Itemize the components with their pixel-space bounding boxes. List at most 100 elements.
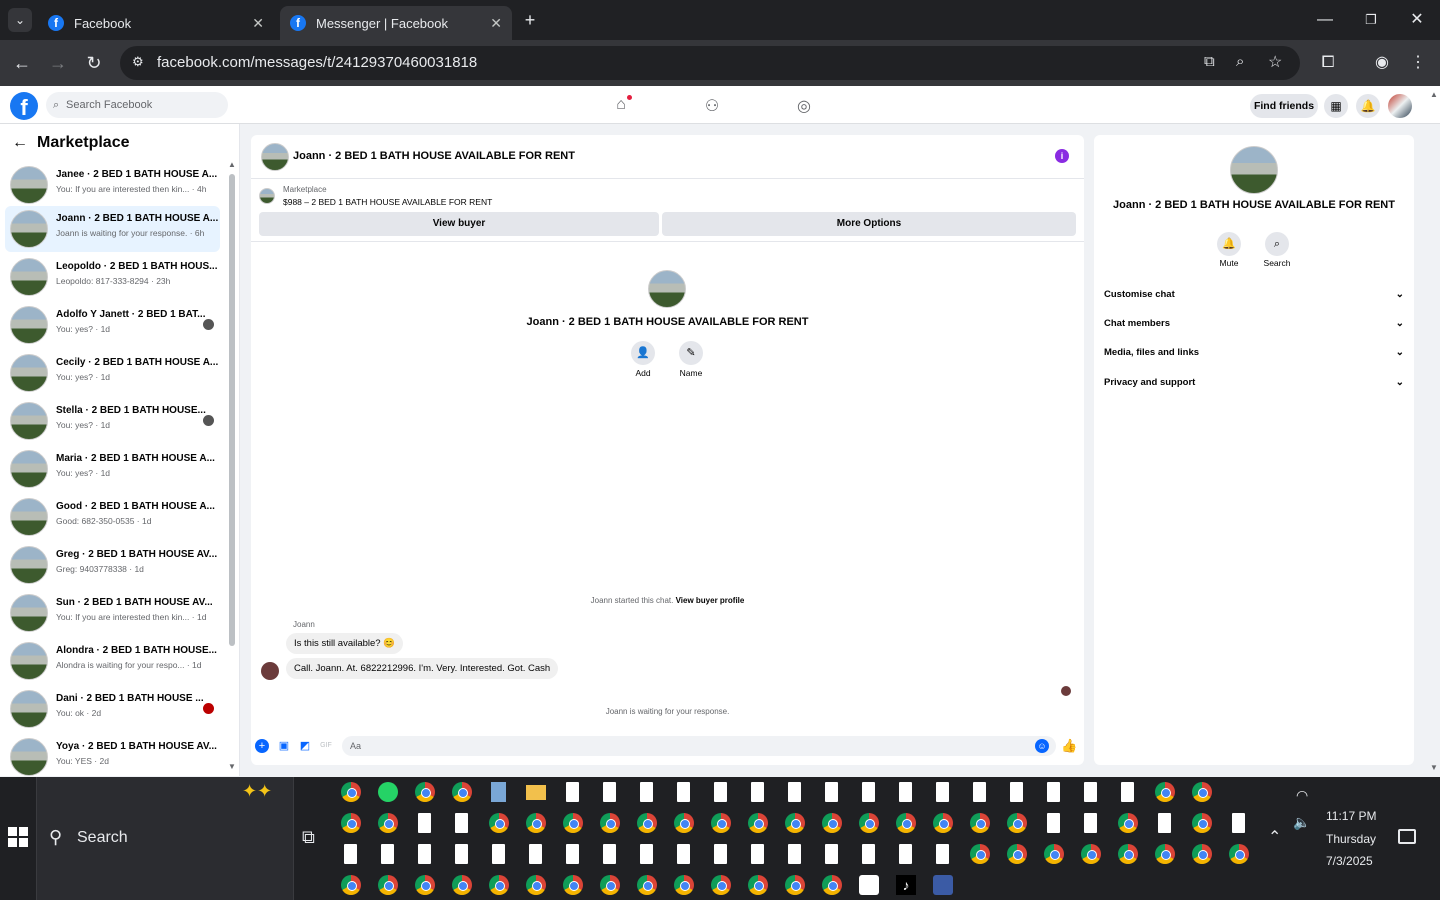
close-tab-icon[interactable]: ✕ [490, 15, 502, 32]
file-icon[interactable] [418, 844, 431, 864]
chrome-icon[interactable] [1192, 813, 1212, 833]
file-icon[interactable] [1232, 813, 1245, 833]
view-buyer-profile-link[interactable]: View buyer profile [676, 596, 745, 605]
chrome-icon[interactable] [489, 875, 509, 895]
tab-facebook[interactable]: f Facebook ✕ [38, 6, 274, 40]
chrome-icon[interactable] [637, 813, 657, 833]
conversation-item[interactable]: Alondra · 2 BED 1 BATH HOUSE... Alondra … [5, 638, 220, 684]
photo-icon[interactable]: ▣ [277, 739, 291, 753]
conversation-item-selected[interactable]: Joann · 2 BED 1 BATH HOUSE A... Joann is… [5, 206, 220, 252]
message-input[interactable]: Aa [342, 736, 1056, 756]
file-icon[interactable] [418, 813, 431, 833]
file-icon[interactable] [492, 844, 505, 864]
file-icon[interactable] [1047, 813, 1060, 833]
file-icon[interactable] [714, 782, 727, 802]
conversation-item[interactable]: Good · 2 BED 1 BATH HOUSE A... Good: 682… [5, 494, 220, 540]
file-icon[interactable] [899, 844, 912, 864]
add-person-icon[interactable]: 👤 [631, 341, 655, 365]
back-icon[interactable]: ← [10, 51, 34, 75]
chat-title[interactable]: Joann · 2 BED 1 BATH HOUSE AVAILABLE FOR… [293, 150, 575, 162]
close-tab-icon[interactable]: ✕ [252, 15, 264, 32]
chrome-icon[interactable] [378, 875, 398, 895]
chrome-icon[interactable] [341, 813, 361, 833]
back-arrow-icon[interactable]: ← [12, 134, 28, 152]
conversation-item[interactable]: Greg · 2 BED 1 BATH HOUSE AV... Greg: 94… [5, 542, 220, 588]
clock-date[interactable]: 7/3/2025 [1326, 854, 1373, 868]
profile-icon[interactable]: ◉ [1370, 51, 1394, 75]
conversation-item[interactable]: Sun · 2 BED 1 BATH HOUSE AV... You: If y… [5, 590, 220, 636]
file-icon[interactable] [566, 844, 579, 864]
file-icon[interactable] [825, 782, 838, 802]
edit-name-icon[interactable]: ✎ [679, 341, 703, 365]
chrome-icon[interactable] [748, 875, 768, 895]
tiktok-icon[interactable]: ♪ [896, 875, 916, 895]
tab-search-dropdown-icon[interactable]: ⌄ [8, 8, 32, 32]
emoji-icon[interactable]: ☺ [1035, 739, 1049, 753]
chrome-icon[interactable] [1229, 844, 1249, 864]
chrome-icon[interactable] [637, 875, 657, 895]
chrome-icon[interactable] [970, 844, 990, 864]
notepad-icon[interactable] [491, 782, 506, 802]
chrome-icon[interactable] [1192, 782, 1212, 802]
chrome-icon[interactable] [859, 813, 879, 833]
file-icon[interactable] [603, 782, 616, 802]
file-icon[interactable] [455, 844, 468, 864]
chrome-icon[interactable] [452, 875, 472, 895]
photos-icon[interactable] [859, 875, 879, 895]
conversation-item[interactable]: Stella · 2 BED 1 BATH HOUSE... You: yes?… [5, 398, 220, 444]
scroll-down-icon[interactable]: ▼ [228, 762, 236, 771]
file-icon[interactable] [973, 782, 986, 802]
privacy-support-row[interactable]: Privacy and support ⌄ [1104, 373, 1404, 393]
chrome-icon[interactable] [674, 813, 694, 833]
file-icon[interactable] [1084, 813, 1097, 833]
friends-icon[interactable]: ⚇ [702, 96, 722, 116]
chrome-icon[interactable] [1118, 844, 1138, 864]
chrome-icon[interactable] [822, 813, 842, 833]
menu-grid-icon[interactable]: ▦ [1324, 94, 1348, 118]
chrome-icon[interactable] [563, 875, 583, 895]
file-icon[interactable] [677, 844, 690, 864]
conversation-item[interactable]: Cecily · 2 BED 1 BATH HOUSE A... You: ye… [5, 350, 220, 396]
file-icon[interactable] [603, 844, 616, 864]
thumbs-up-icon[interactable]: 👍 [1061, 739, 1077, 753]
file-icon[interactable] [1158, 813, 1171, 833]
profile-avatar[interactable] [1388, 94, 1412, 118]
page-scroll-down-icon[interactable]: ▼ [1428, 763, 1440, 773]
scroll-up-icon[interactable]: ▲ [228, 160, 236, 169]
chrome-icon[interactable] [1007, 813, 1027, 833]
chrome-icon[interactable] [785, 875, 805, 895]
chrome-icon[interactable] [563, 813, 583, 833]
volume-icon[interactable]: 🔈 [1293, 814, 1310, 831]
forward-icon[interactable]: → [46, 51, 70, 75]
windows-start-icon[interactable] [8, 827, 28, 847]
zoom-icon[interactable]: ⌕ [1236, 53, 1244, 70]
file-icon[interactable] [1084, 782, 1097, 802]
chrome-icon[interactable] [1081, 844, 1101, 864]
chrome-icon[interactable] [1044, 844, 1064, 864]
view-buyer-button[interactable]: View buyer [259, 212, 659, 236]
chrome-icon[interactable] [489, 813, 509, 833]
task-view-icon[interactable]: ⧉ [302, 827, 315, 848]
chrome-icon[interactable] [711, 813, 731, 833]
search-icon[interactable]: ⌕ [1265, 232, 1289, 256]
show-hidden-icons-icon[interactable]: ⌃ [1268, 827, 1281, 847]
chrome-icon[interactable] [452, 782, 472, 802]
conversation-item[interactable]: Yoya · 2 BED 1 BATH HOUSE AV... You: YES… [5, 734, 220, 776]
file-icon[interactable] [862, 782, 875, 802]
reload-icon[interactable]: ↻ [82, 51, 106, 75]
message-bubble[interactable]: Is this still available? 😊 [286, 633, 404, 654]
file-icon[interactable] [936, 844, 949, 864]
install-app-icon[interactable]: ⧉ [1204, 53, 1215, 70]
menu-kebab-icon[interactable]: ⋮ [1406, 51, 1430, 75]
conversation-item[interactable]: Leopoldo · 2 BED 1 BATH HOUS... Leopoldo… [5, 254, 220, 300]
file-icon[interactable] [455, 813, 468, 833]
new-tab-icon[interactable]: + [518, 8, 542, 32]
file-icon[interactable] [751, 782, 764, 802]
file-icon[interactable] [640, 844, 653, 864]
address-bar[interactable]: ⚙ facebook.com/messages/t/24129370460031… [120, 46, 1300, 80]
media-files-links-row[interactable]: Media, files and links ⌄ [1104, 343, 1404, 363]
facebook-search-input[interactable]: ⌕ Search Facebook [46, 92, 228, 118]
chrome-icon[interactable] [970, 813, 990, 833]
tab-messenger[interactable]: f Messenger | Facebook ✕ [280, 6, 512, 40]
clock-time[interactable]: 11:17 PM [1326, 809, 1376, 823]
